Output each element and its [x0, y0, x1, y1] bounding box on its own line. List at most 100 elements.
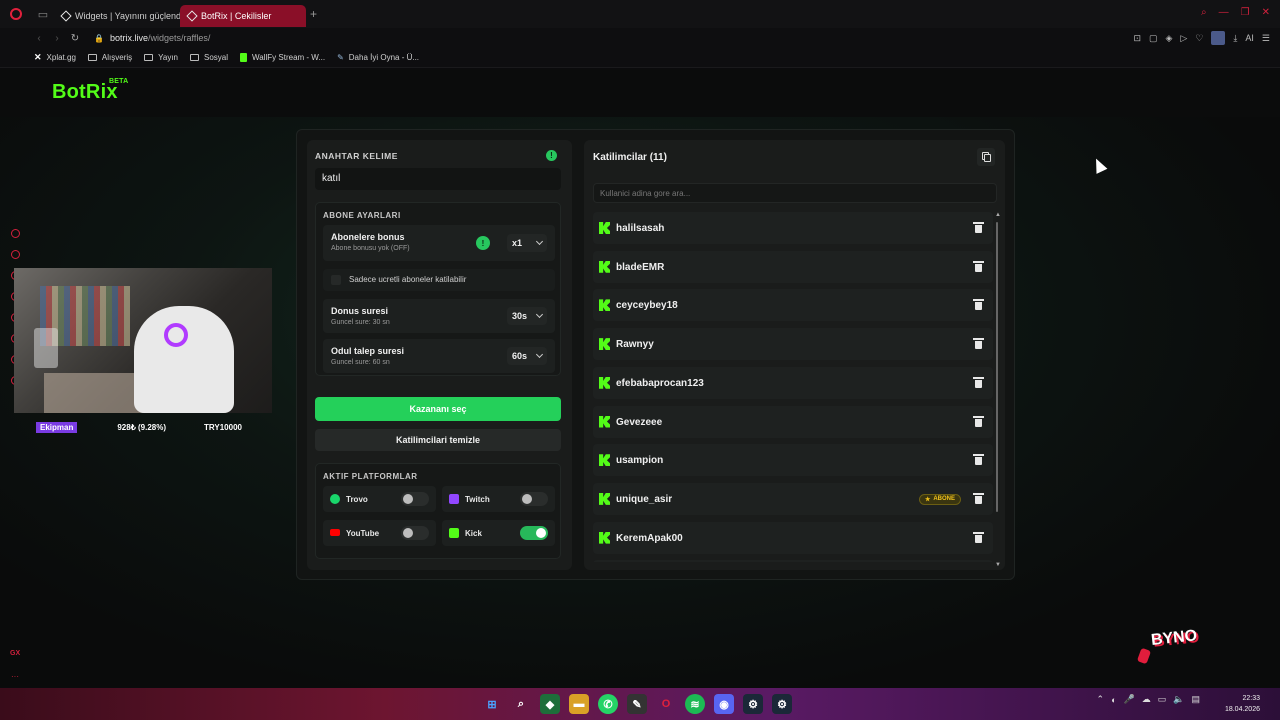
participant-row[interactable]: Gevezeee — [593, 405, 993, 438]
scroll-down-icon[interactable]: ▼ — [995, 562, 1001, 568]
snapshot-icon[interactable]: ▢ — [1149, 33, 1158, 44]
trovo-toggle[interactable] — [401, 492, 429, 506]
discord-icon[interactable]: ◉ — [714, 694, 734, 714]
participant-row[interactable] — [593, 560, 993, 562]
app-icon[interactable]: ◆ — [540, 694, 560, 714]
webcam-overlay — [14, 268, 272, 413]
steam-icon[interactable]: ⚙ — [772, 694, 792, 714]
chevron-up-icon[interactable]: ⌃ — [1097, 694, 1105, 705]
participant-row[interactable]: efebabaprocan123 — [593, 366, 993, 399]
bonus-time-select[interactable]: 30s — [507, 307, 547, 325]
new-tab-button[interactable]: + — [310, 7, 317, 21]
play-icon[interactable]: ▷ — [1180, 33, 1187, 44]
platform-kick: Kick — [442, 520, 555, 546]
paid-only-checkbox[interactable] — [331, 275, 341, 285]
participant-row[interactable]: usampion — [593, 444, 993, 477]
lock-icon[interactable]: 🔒 — [94, 34, 104, 43]
file-explorer-icon[interactable]: ▬ — [569, 694, 589, 714]
bookmark-daha-iyi-oyna[interactable]: ✎ Daha İyi Oyna - Ü... — [337, 53, 419, 62]
shield-icon[interactable]: ◈ — [1166, 33, 1173, 44]
close-icon[interactable]: ✕ — [1262, 7, 1270, 18]
app-icon[interactable]: ✎ — [627, 694, 647, 714]
trash-icon[interactable] — [973, 299, 984, 311]
kick-icon — [599, 415, 610, 428]
minimize-icon[interactable]: — — [1219, 7, 1229, 18]
network-icon[interactable]: ▭ — [1158, 694, 1167, 705]
keyword-input[interactable]: katıl — [315, 168, 561, 190]
participants-scrollbar[interactable]: ▲ ▼ — [995, 212, 1001, 572]
bookmark-yayin[interactable]: Yayın — [144, 53, 178, 62]
botrix-logo[interactable]: BotRix BETA — [52, 78, 128, 104]
profile-avatar[interactable] — [1211, 31, 1226, 45]
trash-icon[interactable] — [973, 531, 984, 543]
trash-icon[interactable] — [973, 260, 984, 272]
youtube-toggle[interactable] — [401, 526, 429, 540]
byno-mark-icon — [1136, 647, 1152, 665]
pin-icon[interactable]: ⊡ — [1133, 33, 1141, 44]
tab-workspaces-icon[interactable]: ▭ — [32, 0, 54, 28]
taskbar-clock[interactable]: 22:33 18.04.2026 — [1225, 693, 1260, 715]
scroll-thumb[interactable] — [996, 222, 998, 512]
search-icon[interactable]: ⌕ — [511, 694, 531, 714]
goal-target: TRY10000 — [204, 422, 242, 432]
clear-participants-button[interactable]: Katilimcilari temizle — [315, 429, 561, 451]
trash-icon[interactable] — [973, 454, 984, 466]
bookmark-alisveris[interactable]: Alışveriş — [87, 53, 132, 62]
trash-icon[interactable] — [973, 222, 984, 233]
trash-icon[interactable] — [973, 338, 984, 350]
kick-icon — [599, 454, 610, 467]
heart-icon[interactable]: ♡ — [1195, 33, 1203, 44]
platform-youtube: YouTube — [323, 520, 436, 546]
participant-row[interactable]: unique_asir ★ ABONE — [593, 482, 993, 515]
sidebar-icon[interactable] — [11, 229, 20, 238]
whatsapp-icon[interactable]: ✆ — [598, 694, 618, 714]
participant-row[interactable]: halilsasah — [593, 212, 993, 244]
trash-icon[interactable] — [973, 376, 984, 388]
participant-row[interactable]: KeremApak00 — [593, 521, 993, 554]
sidebar-icon[interactable] — [11, 250, 20, 259]
opera-gx-icon[interactable]: O — [656, 694, 676, 714]
participant-row[interactable]: ceyceybey18 — [593, 289, 993, 322]
spotify-icon[interactable]: ≋ — [685, 694, 705, 714]
onedrive-icon[interactable]: ☁ — [1142, 694, 1151, 705]
paid-only-row[interactable]: Sadece ucretli aboneler katilabilir — [323, 269, 555, 291]
bookmarks-bar: ✕ Xplat.gg Alışveriş Yayın Sosyal WallFy … — [0, 48, 1280, 68]
opera-logo-icon[interactable] — [0, 0, 32, 28]
info-icon[interactable]: ! — [476, 236, 490, 250]
search-tabs-icon[interactable]: ⌕ — [1201, 7, 1207, 18]
tab-widgets[interactable]: Widgets | Yayınını güçlendir — [54, 5, 180, 27]
menu-icon[interactable]: ☰ — [1262, 33, 1270, 44]
claim-time-select[interactable]: 60s — [507, 347, 547, 365]
scroll-up-icon[interactable]: ▲ — [995, 212, 1001, 218]
forward-icon[interactable]: › — [48, 33, 66, 44]
bookmark-xplat[interactable]: ✕ Xplat.gg — [34, 52, 76, 63]
trash-icon[interactable] — [973, 415, 984, 427]
aria-ai-button[interactable]: AI — [1245, 33, 1254, 43]
tab-botrix-raffles[interactable]: BotRix | Cekilisler — [180, 4, 306, 27]
download-icon[interactable]: ⤓ — [1233, 33, 1237, 44]
subscriber-bonus-select[interactable]: x1 — [507, 234, 547, 252]
page-content: BotRix BETA Ekipman 928₺ (9.28%) TRY10000 — [0, 69, 1280, 687]
pick-winner-button[interactable]: Kazananı seç — [315, 397, 561, 421]
bookmark-sosyal[interactable]: Sosyal — [190, 53, 228, 62]
tray-app-icon[interactable]: ◐ — [1111, 695, 1116, 705]
maximize-icon[interactable]: ❐ — [1241, 7, 1250, 18]
steam-icon[interactable]: ⚙ — [743, 694, 763, 714]
battery-icon[interactable]: ▤ — [1191, 694, 1200, 705]
twitch-toggle[interactable] — [520, 492, 548, 506]
participant-row[interactable]: bladeEMR — [593, 250, 993, 283]
windows-start-icon[interactable]: ⊞ — [482, 694, 502, 714]
kick-toggle[interactable] — [520, 526, 548, 540]
volume-icon[interactable]: 🔈 — [1173, 694, 1184, 705]
reload-icon[interactable]: ↻ — [66, 33, 84, 44]
url-field[interactable]: botrix.live/widgets/raffles/ — [110, 33, 210, 43]
more-icon[interactable]: ··· — [11, 672, 19, 681]
participant-row[interactable]: Rawnyy — [593, 328, 993, 361]
microphone-icon[interactable]: 🎤 — [1124, 694, 1135, 705]
info-icon[interactable]: ! — [546, 150, 557, 161]
participant-search-input[interactable]: Kullanici adina gore ara... — [593, 183, 997, 203]
copy-icon[interactable] — [977, 148, 995, 166]
trash-icon[interactable] — [973, 492, 984, 504]
back-icon[interactable]: ‹ — [30, 33, 48, 44]
bookmark-wallfy[interactable]: WallFy Stream - W... — [240, 53, 325, 62]
